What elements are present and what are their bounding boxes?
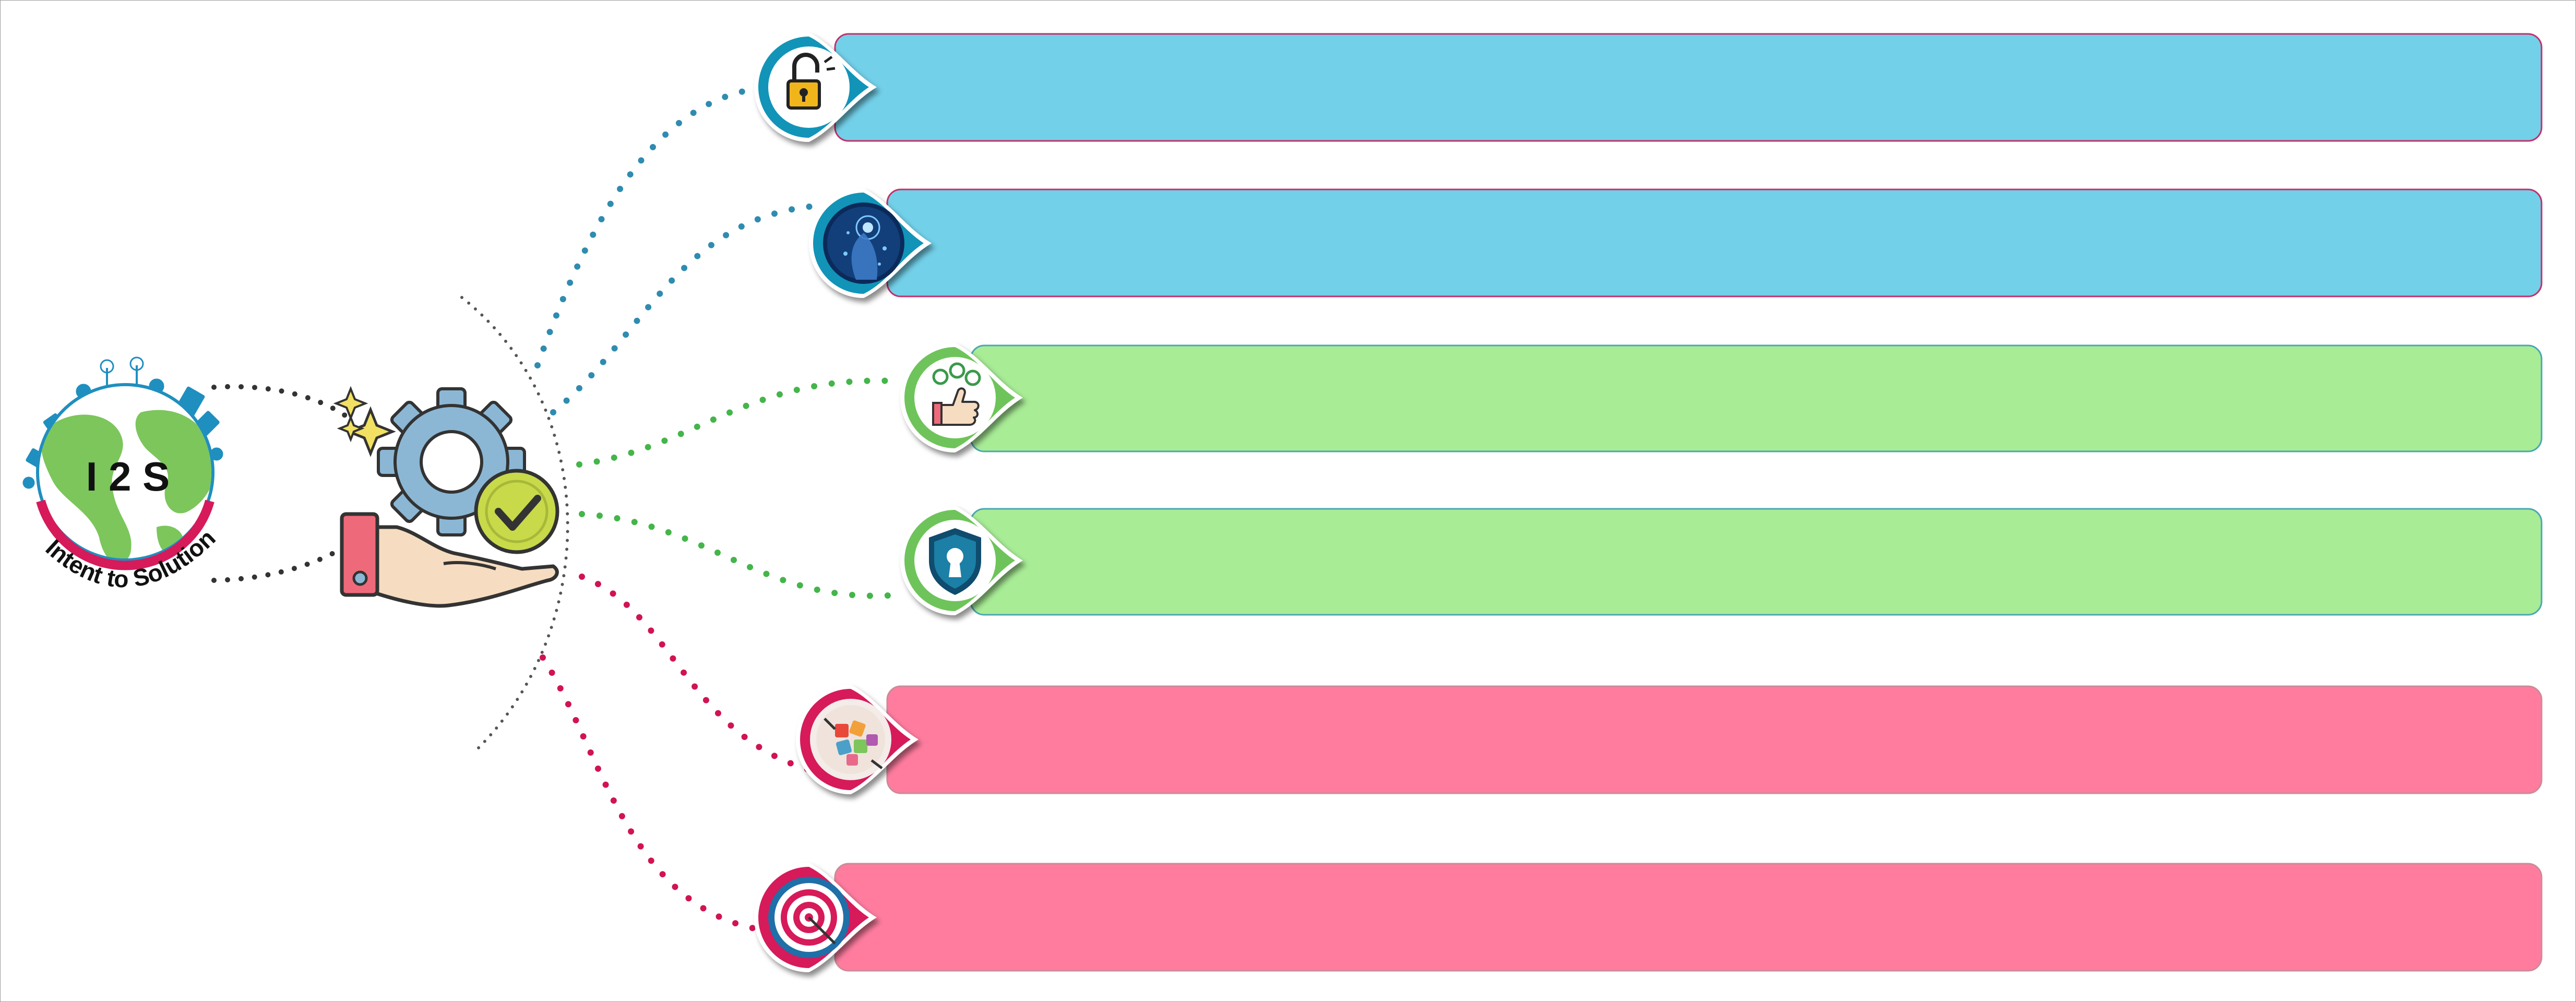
sparkle-small-icon [333, 386, 368, 421]
connector-unlock [534, 86, 760, 368]
solution-hand-icon [333, 386, 559, 608]
bar-ideas [970, 344, 2543, 452]
infographic-canvas: I 2 S Intent to Solution [22, 32, 2543, 972]
connector-ideas [576, 377, 896, 468]
connector-target [540, 654, 760, 932]
digital-touch-icon [827, 207, 900, 280]
logo-mark: I 2 S [86, 454, 170, 499]
check-badge-icon [474, 469, 559, 554]
connector-puzzle [579, 574, 822, 776]
puzzle-pieces-icon [816, 705, 885, 774]
connector-logo-top [211, 384, 357, 425]
bar-tech [886, 188, 2543, 297]
connector-logo-bottom [211, 543, 350, 583]
target-icon [774, 883, 843, 952]
bar-unlock [834, 33, 2543, 142]
bar-target [834, 863, 2543, 972]
bar-secure [970, 508, 2543, 616]
bar-puzzle [886, 685, 2543, 794]
i2s-logo: I 2 S Intent to Solution [22, 356, 223, 593]
connector-secure [579, 511, 901, 599]
bar-list [834, 33, 2543, 972]
